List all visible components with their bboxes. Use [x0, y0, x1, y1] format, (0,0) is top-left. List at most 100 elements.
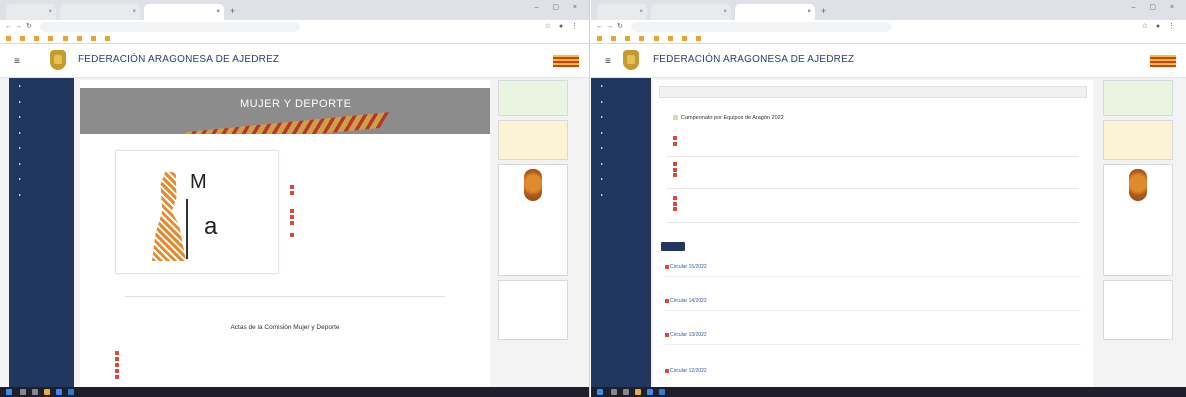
breadcrumb[interactable] [659, 86, 1087, 98]
sidebar-item[interactable] [591, 140, 651, 156]
sidebar-item[interactable] [9, 140, 74, 156]
browser-tab-1[interactable]: × [597, 4, 647, 20]
bookmark-item[interactable] [62, 34, 70, 43]
menu-icon[interactable]: ≡ [605, 56, 611, 67]
close-icon[interactable]: × [807, 4, 811, 20]
bookmark-item[interactable] [48, 34, 55, 43]
browser-tab-1[interactable]: × [6, 4, 56, 20]
sidebar-item[interactable] [9, 78, 74, 94]
sidebar-item[interactable] [9, 156, 74, 172]
close-icon[interactable]: × [639, 4, 643, 20]
coat-of-arms-icon[interactable] [524, 169, 542, 201]
coat-of-arms-icon[interactable] [1129, 169, 1147, 201]
reload-icon[interactable]: ↻ [26, 20, 32, 34]
sidebar-item[interactable] [9, 109, 74, 125]
news-title[interactable]: Circular 15/2022 [665, 264, 1081, 270]
word-icon[interactable] [659, 389, 665, 395]
reload-icon[interactable]: ↻ [617, 20, 623, 34]
window-controls[interactable]: – ▢ × [1132, 3, 1180, 11]
document-link[interactable] [673, 141, 1093, 148]
document-link[interactable] [673, 207, 1093, 213]
sidebar-item[interactable] [591, 171, 651, 187]
back-icon[interactable]: ← [5, 20, 12, 34]
close-icon[interactable]: × [132, 4, 136, 20]
profile-icon[interactable]: ☆ ● ⋮ [545, 20, 581, 34]
championship-title[interactable]: Campeonato por Equipos de Aragón 2022 [673, 115, 784, 121]
browser-tab-2[interactable]: × [651, 4, 731, 20]
bookmark-item[interactable] [681, 34, 689, 43]
sidebar-item[interactable] [9, 125, 74, 141]
menu-icon[interactable]: ≡ [14, 56, 20, 67]
chrome-icon[interactable] [56, 389, 62, 395]
bookmark-item[interactable] [76, 34, 84, 43]
chrome-icon[interactable] [647, 389, 653, 395]
tab-avisos[interactable] [661, 242, 685, 251]
bookmark-item[interactable] [653, 34, 661, 43]
bookmark-item[interactable] [597, 34, 604, 43]
sidebar-item[interactable] [9, 187, 74, 203]
browser-tab-3[interactable]: × [735, 4, 815, 20]
browser-tab-3[interactable]: × [144, 4, 224, 20]
new-tab-icon[interactable]: + [230, 4, 235, 18]
tab-4[interactable] [739, 242, 747, 251]
sidebar-item[interactable] [9, 94, 74, 110]
federation-logo[interactable] [50, 50, 66, 70]
bookmark-item[interactable] [625, 34, 632, 43]
explorer-icon[interactable] [44, 389, 50, 395]
list-item[interactable] [290, 232, 460, 238]
bookmark-item[interactable] [6, 34, 13, 43]
sidebar-item[interactable] [591, 94, 651, 110]
taskview-icon[interactable] [623, 389, 629, 395]
taskview-icon[interactable] [32, 389, 38, 395]
search-icon[interactable] [611, 389, 617, 395]
news-item[interactable]: Circular 14/2022 [665, 298, 1081, 311]
window-controls[interactable]: – ▢ × [535, 3, 583, 11]
bookmark-item[interactable] [611, 34, 618, 43]
profile-icon[interactable]: ☆ ● ⋮ [1142, 20, 1178, 34]
back-icon[interactable]: ← [596, 20, 603, 34]
acta-link[interactable] [115, 374, 121, 380]
news-item[interactable]: Circular 12/2022 [665, 368, 1081, 378]
site-title[interactable]: FEDERACIÓN ARAGONESA DE AJEDREZ [653, 54, 854, 65]
widget-box [1103, 80, 1173, 116]
tab-2[interactable] [685, 242, 693, 251]
new-tab-icon[interactable]: + [821, 4, 826, 18]
bookmark-item[interactable] [667, 34, 675, 43]
news-item[interactable]: Circular 13/2022 [665, 332, 1081, 345]
bookmark-item[interactable] [639, 34, 646, 43]
sidebar-item[interactable] [591, 125, 651, 141]
tab-3[interactable] [713, 242, 721, 251]
close-icon[interactable]: × [723, 4, 727, 20]
news-title[interactable]: Circular 12/2022 [665, 368, 1081, 374]
news-title-text: Circular 13/2022 [670, 332, 707, 338]
sidebar-item[interactable] [591, 78, 651, 94]
close-icon[interactable]: × [48, 4, 52, 20]
news-item[interactable]: Circular 15/2022 [665, 264, 1081, 277]
news-title[interactable]: Circular 13/2022 [665, 332, 1081, 338]
word-icon[interactable] [68, 389, 74, 395]
forward-icon[interactable]: → [15, 20, 22, 34]
search-icon[interactable] [20, 389, 26, 395]
bookmark-item[interactable] [90, 34, 98, 43]
news-title[interactable]: Circular 14/2022 [665, 298, 1081, 304]
close-icon[interactable]: × [216, 4, 220, 20]
browser-tab-2[interactable]: × [60, 4, 140, 20]
url-input[interactable] [40, 22, 300, 32]
document-link[interactable] [673, 173, 1093, 179]
sidebar-item[interactable] [591, 156, 651, 172]
site-title[interactable]: FEDERACIÓN ARAGONESA DE AJEDREZ [78, 54, 279, 65]
forward-icon[interactable]: → [606, 20, 613, 34]
bookmark-item[interactable] [695, 34, 703, 43]
pdf-icon [673, 173, 677, 178]
bookmark-item[interactable] [20, 34, 27, 43]
bookmark-item[interactable] [34, 34, 41, 43]
start-icon[interactable] [597, 389, 603, 395]
url-input[interactable] [631, 22, 891, 32]
sidebar-item[interactable] [591, 187, 651, 203]
federation-logo[interactable] [623, 50, 639, 70]
bookmark-item[interactable] [104, 34, 112, 43]
sidebar-item[interactable] [591, 109, 651, 125]
start-icon[interactable] [6, 389, 12, 395]
explorer-icon[interactable] [635, 389, 641, 395]
sidebar-item[interactable] [9, 171, 74, 187]
